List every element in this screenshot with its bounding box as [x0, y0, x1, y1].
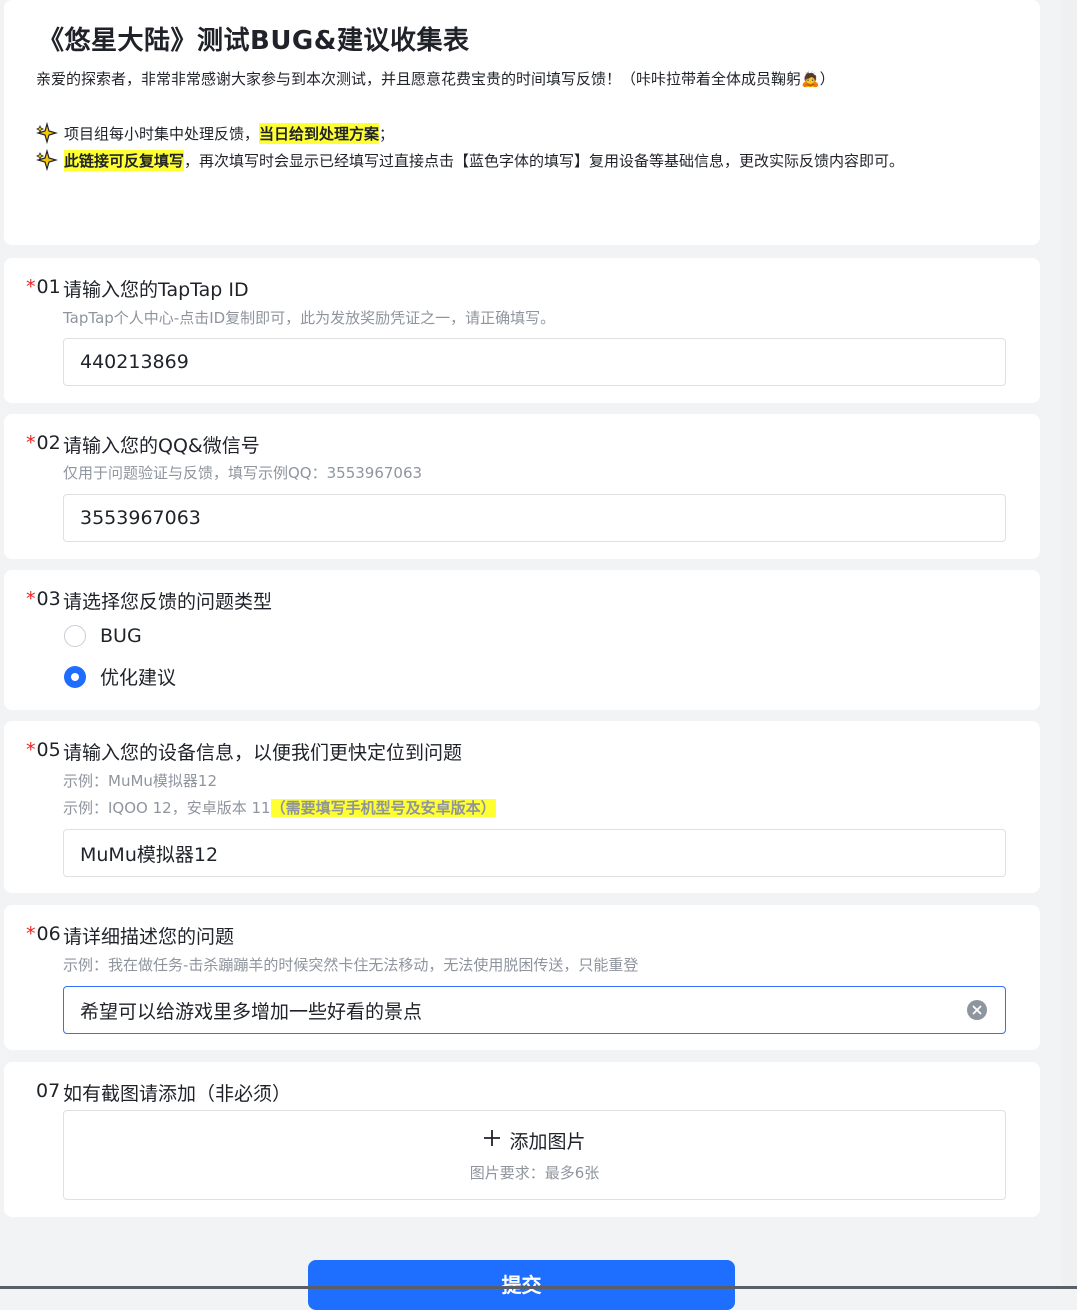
radio-option-suggestion[interactable]: 优化建议 — [64, 663, 176, 690]
bullet1-end: ； — [379, 124, 395, 143]
input-value: MuMu模拟器12 — [80, 843, 219, 866]
radio-button[interactable] — [64, 625, 86, 647]
image-upload-area[interactable]: 添加图片 图片要求：最多6张 — [63, 1110, 1006, 1200]
device-info-input[interactable]: MuMu模拟器12 — [63, 829, 1006, 877]
problem-description-input[interactable]: 希望可以给游戏里多增加一些好看的景点 — [63, 986, 1006, 1034]
upload-hint: 图片要求：最多6张 — [469, 1164, 600, 1182]
question-card-03: *03 请选择您反馈的问题类型 BUG 优化建议 — [4, 570, 1040, 710]
question-card-01: *01 请输入您的TapTap ID TapTap个人中心-点击ID复制即可，此… — [4, 258, 1040, 403]
question-card-06: *06 请详细描述您的问题 示例：我在做任务-击杀蹦蹦羊的时候突然卡住无法移动，… — [4, 905, 1040, 1050]
input-value: 440213869 — [80, 351, 189, 373]
question-description: TapTap个人中心-点击ID复制即可，此为发放奖励凭证之一，请正确填写。 — [63, 309, 556, 327]
question-title: 请输入您的TapTap ID — [63, 279, 249, 301]
intro-text: 亲爱的探索者，非常非常感谢大家参与到本次测试，并且愿意花费宝贵的时间填写反馈！（… — [36, 70, 835, 88]
bullet1-text: 项目组每小时集中处理反馈， — [64, 124, 260, 143]
add-image-button[interactable]: 添加图片 — [64, 1127, 1005, 1154]
description-highlight: （需要填写手机型号及安卓版本） — [270, 799, 496, 817]
bullet1-highlight: 当日给到处理方案 — [259, 122, 380, 144]
question-number: *01 — [26, 276, 61, 298]
sparkle-icon — [35, 148, 59, 172]
question-description-2: 示例：IQOO 12，安卓版本 11（需要填写手机型号及安卓版本） — [63, 799, 496, 817]
sparkle-icon — [35, 121, 59, 145]
question-description-1: 示例：MuMu模拟器12 — [63, 772, 217, 790]
bullet2-highlight: 此链接可反复填写 — [64, 149, 185, 171]
taptap-id-input[interactable]: 440213869 — [63, 338, 1006, 386]
bullet2-text: ，再次填写时会显示已经填写过直接点击【蓝色字体的填写】复用设备等基础信息，更改实… — [184, 151, 905, 170]
question-number: *06 — [26, 923, 61, 945]
submit-button[interactable]: 提交 — [308, 1260, 735, 1310]
question-title: 请选择您反馈的问题类型 — [63, 591, 273, 613]
radio-label: 优化建议 — [100, 667, 177, 689]
question-card-05: *05 请输入您的设备信息，以便我们更快定位到问题 示例：MuMu模拟器12 示… — [4, 721, 1040, 893]
bullet-line-2: 此链接可反复填写 ，再次填写时会显示已经填写过直接点击【蓝色字体的填写】复用设备等… — [35, 148, 905, 172]
radio-button-checked[interactable] — [64, 665, 86, 688]
input-value: 3553967063 — [80, 507, 201, 529]
add-image-label: 添加图片 — [509, 1131, 586, 1153]
scrollbar-track[interactable] — [1062, 0, 1077, 1289]
question-title: 请输入您的QQ&微信号 — [63, 435, 260, 457]
question-number: *05 — [26, 739, 61, 761]
form-header-card: 《悠星大陆》测试BUG&建议收集表 亲爱的探索者，非常非常感谢大家参与到本次测试… — [4, 0, 1040, 245]
question-description: 示例：我在做任务-击杀蹦蹦羊的时候突然卡住无法移动，无法使用脱困传送，只能重登 — [63, 956, 639, 974]
question-number: *02 — [26, 432, 61, 454]
radio-label: BUG — [100, 625, 142, 647]
question-title: 请输入您的设备信息，以便我们更快定位到问题 — [63, 742, 463, 764]
question-number: 07 — [36, 1080, 61, 1102]
form-title: 《悠星大陆》测试BUG&建议收集表 — [38, 26, 470, 56]
question-number: *03 — [26, 588, 61, 610]
question-title: 如有截图请添加（非必须） — [63, 1083, 292, 1105]
question-card-07: 07 如有截图请添加（非必须） 添加图片 图片要求：最多6张 — [4, 1062, 1040, 1217]
question-card-02: *02 请输入您的QQ&微信号 仅用于问题验证与反馈，填写示例QQ：355396… — [4, 414, 1040, 559]
qq-wechat-input[interactable]: 3553967063 — [63, 494, 1006, 542]
clear-icon[interactable] — [967, 1000, 987, 1020]
bullet-line-1: 项目组每小时集中处理反馈， 当日给到处理方案； — [35, 121, 395, 145]
question-description: 仅用于问题验证与反馈，填写示例QQ：3553967063 — [63, 464, 423, 482]
question-title: 请详细描述您的问题 — [63, 926, 235, 948]
plus-icon — [483, 1129, 501, 1152]
radio-option-bug[interactable]: BUG — [64, 625, 142, 647]
input-value: 希望可以给游戏里多增加一些好看的景点 — [80, 1000, 423, 1023]
